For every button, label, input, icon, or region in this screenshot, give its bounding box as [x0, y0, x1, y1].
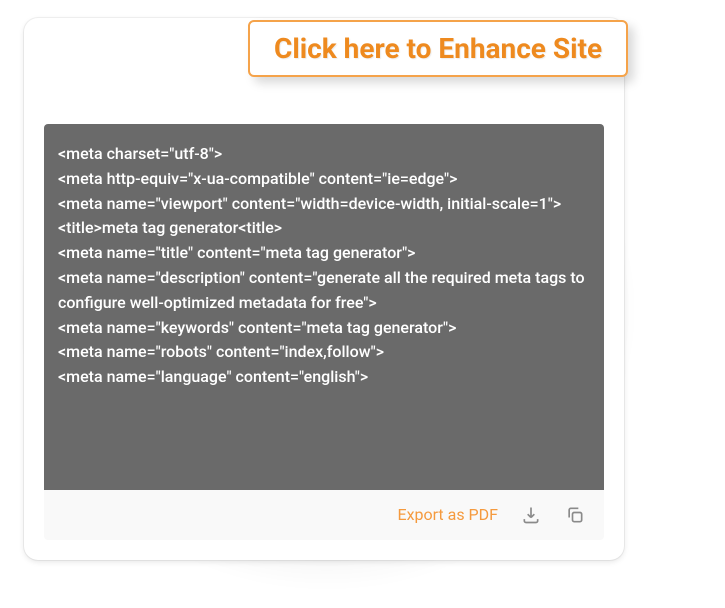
- code-output: <meta charset="utf-8"> <meta http-equiv=…: [44, 124, 604, 490]
- code-line: <meta http-equiv="x-ua-compatible" conte…: [58, 167, 590, 192]
- code-line: <meta charset="utf-8">: [58, 142, 590, 167]
- export-pdf-link[interactable]: Export as PDF: [397, 505, 498, 524]
- code-line: <title>meta tag generator<title>: [58, 216, 590, 241]
- footer-toolbar: Export as PDF: [44, 490, 604, 540]
- enhance-site-callout[interactable]: Click here to Enhance Site: [248, 20, 628, 77]
- callout-text: Click here to Enhance Site: [274, 32, 602, 65]
- code-line: <meta name="robots" content="index,follo…: [58, 340, 590, 365]
- copy-icon[interactable]: [564, 504, 586, 526]
- code-line: <meta name="description" content="genera…: [58, 266, 590, 316]
- code-line: <meta name="keywords" content="meta tag …: [58, 316, 590, 341]
- code-line: <meta name="title" content="meta tag gen…: [58, 241, 590, 266]
- code-line: <meta name="viewport" content="width=dev…: [58, 192, 590, 217]
- output-card: Code <meta charset="utf-8"> <meta http-e…: [24, 18, 624, 560]
- code-line: <meta name="language" content="english">: [58, 365, 590, 390]
- download-icon[interactable]: [520, 504, 542, 526]
